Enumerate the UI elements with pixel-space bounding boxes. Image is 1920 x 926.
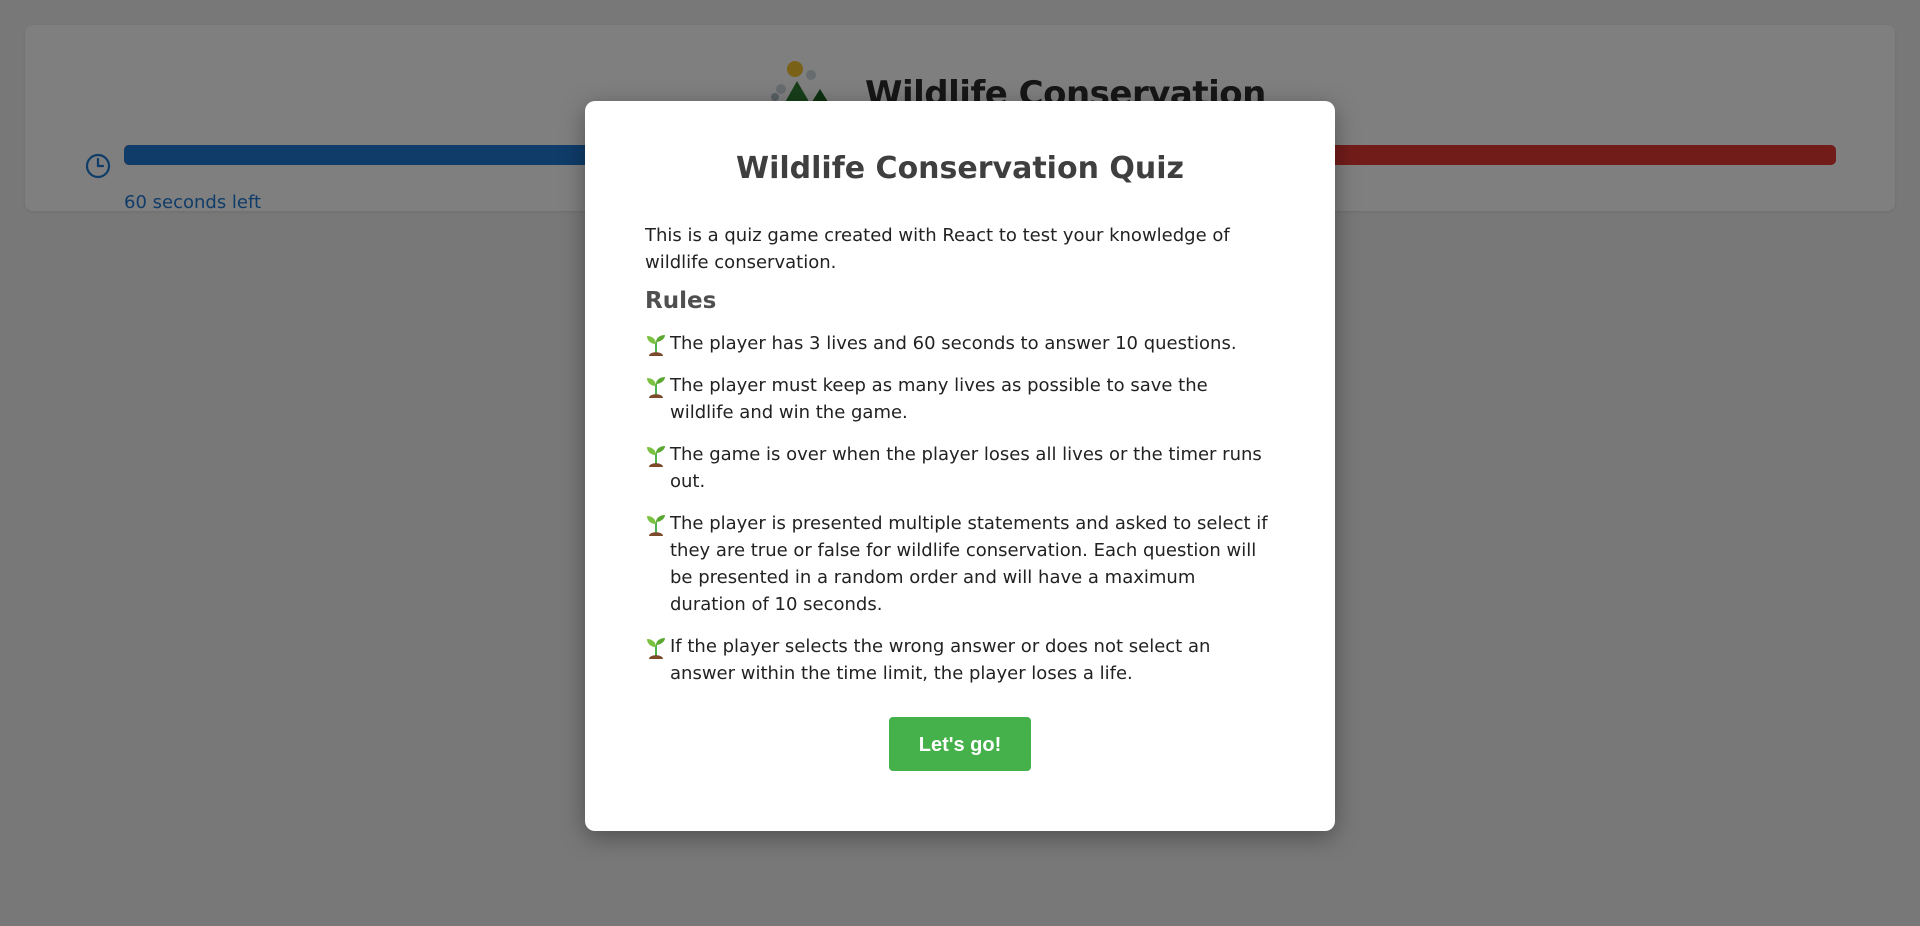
rules-modal: Wildlife Conservation Quiz This is a qui… [585, 101, 1335, 831]
rules-heading: Rules [645, 288, 717, 314]
rule-text: If the player selects the wrong answer o… [670, 636, 1211, 684]
rule-text: The game is over when the player loses a… [670, 444, 1262, 492]
start-quiz-button[interactable]: Let's go! [889, 717, 1031, 771]
rule-text: The player has 3 lives and 60 seconds to… [670, 333, 1237, 354]
rule-item: The player is presented multiple stateme… [645, 510, 1275, 618]
rule-item: If the player selects the wrong answer o… [645, 633, 1275, 687]
rule-text: The player must keep as many lives as po… [670, 375, 1208, 423]
modal-title: Wildlife Conservation Quiz [736, 151, 1184, 186]
sprout-icon [645, 510, 670, 537]
sprout-icon [645, 441, 670, 468]
rule-item: The player must keep as many lives as po… [645, 372, 1275, 426]
rules-list: The player has 3 lives and 60 seconds to… [645, 330, 1275, 687]
rule-item: The game is over when the player loses a… [645, 441, 1275, 495]
sprout-icon [645, 633, 670, 660]
sprout-icon [645, 330, 670, 357]
rule-item: The player has 3 lives and 60 seconds to… [645, 330, 1275, 357]
intro-text: This is a quiz game created with React t… [645, 225, 1230, 273]
rule-text: The player is presented multiple stateme… [670, 513, 1268, 615]
sprout-icon [645, 372, 670, 399]
button-container: Let's go! [645, 717, 1275, 771]
